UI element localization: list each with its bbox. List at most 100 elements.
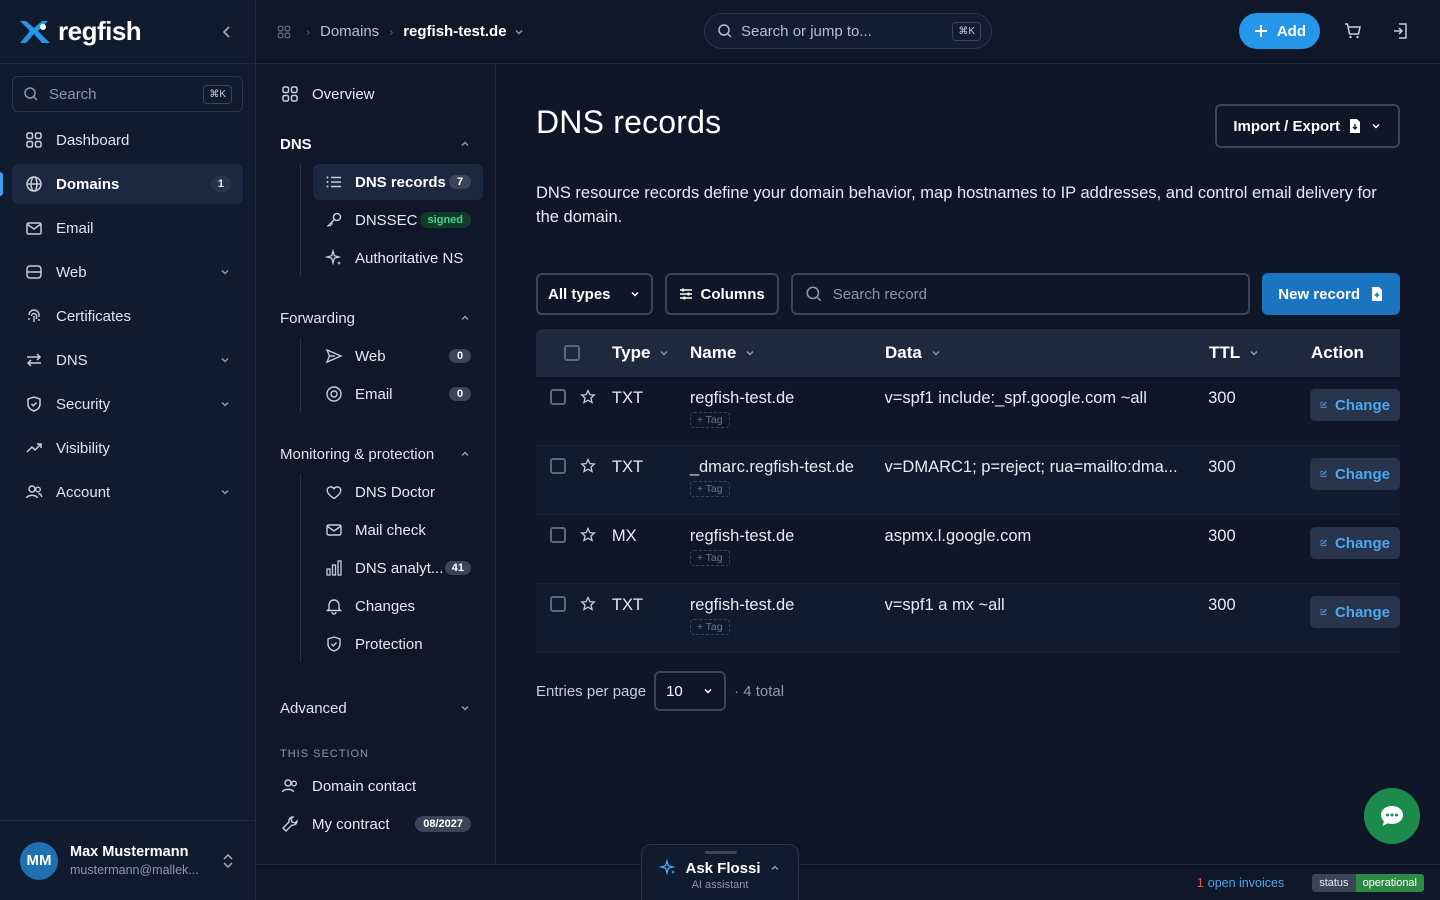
row-select-cell <box>536 458 604 474</box>
chevron-down-icon <box>631 291 639 297</box>
nav-label: Visibility <box>56 439 110 457</box>
drag-handle[interactable] <box>705 851 737 854</box>
row-checkbox[interactable] <box>550 458 566 474</box>
new-record-button[interactable]: New record <box>1262 273 1400 315</box>
star-icon[interactable] <box>580 458 596 474</box>
change-record-button[interactable]: Change <box>1309 527 1400 559</box>
add-button[interactable]: Add <box>1238 13 1320 49</box>
global-search[interactable]: Search or jump to... ⌘K <box>704 13 992 49</box>
column-data[interactable]: Data <box>885 343 1209 363</box>
breadcrumb-current-domain[interactable]: regfish-test.de <box>403 23 506 40</box>
star-icon[interactable] <box>580 389 596 405</box>
type-filter-select[interactable]: All types <box>536 273 653 315</box>
column-name[interactable]: Name <box>690 343 885 363</box>
cart-button[interactable] <box>1338 16 1368 46</box>
regfish-logo-icon[interactable] <box>16 17 52 47</box>
monitoring-section-list: DNS Doctor Mail check DNS analyt... 41 C… <box>300 474 483 662</box>
columns-button[interactable]: Columns <box>664 273 779 315</box>
change-record-button[interactable]: Change <box>1309 458 1400 490</box>
mail-icon <box>326 524 342 536</box>
record-name-cell: regfish-test.de + Tag <box>689 596 885 635</box>
nav-label: Web <box>56 263 87 281</box>
ai-assistant-panel[interactable]: Ask Flossi AI assistant <box>641 844 799 900</box>
star-icon[interactable] <box>580 596 596 612</box>
chevron-down-icon <box>221 489 229 495</box>
record-action-cell: Change <box>1309 389 1400 421</box>
record-ttl: 300 <box>1208 389 1236 407</box>
user-name: Max Mustermann <box>70 843 189 860</box>
subnav-mail-check[interactable]: Mail check <box>313 512 483 548</box>
add-tag-button[interactable]: + Tag <box>689 412 730 428</box>
nav-dashboard[interactable]: Dashboard <box>12 120 243 160</box>
column-type[interactable]: Type <box>604 343 690 363</box>
add-tag-button[interactable]: + Tag <box>689 550 730 566</box>
section-forwarding-header[interactable]: Forwarding <box>268 300 483 336</box>
row-checkbox[interactable] <box>550 389 566 405</box>
domain-subnav: Overview DNS DNS records 7 DNSSEC signed… <box>256 64 496 864</box>
subnav-authoritative-ns[interactable]: Authoritative NS <box>313 240 483 276</box>
import-export-button[interactable]: Import / Export <box>1215 104 1400 148</box>
star-icon[interactable] <box>580 527 596 543</box>
at-icon <box>326 386 342 402</box>
chevron-down-icon <box>1250 350 1258 356</box>
subnav-my-contract[interactable]: My contract 08/2027 <box>268 806 483 842</box>
add-tag-button[interactable]: + Tag <box>689 481 730 497</box>
section-advanced-header[interactable]: Advanced <box>268 690 483 726</box>
chevron-up-icon <box>770 865 779 871</box>
shortcut-hint: ⌘K <box>203 84 232 104</box>
brand-name[interactable]: regfish <box>58 16 142 47</box>
subnav-changes[interactable]: Changes <box>313 588 483 624</box>
subnav-protection[interactable]: Protection <box>313 626 483 662</box>
nav-dns[interactable]: DNS <box>12 340 243 380</box>
nav-web[interactable]: Web <box>12 252 243 292</box>
breadcrumb-domains[interactable]: Domains <box>320 23 379 40</box>
edit-icon <box>1320 401 1327 408</box>
add-button-label: Add <box>1276 22 1306 40</box>
plus-icon <box>1254 25 1267 37</box>
entries-per-page-select[interactable]: 10 <box>654 671 727 711</box>
edit-icon <box>1320 539 1327 546</box>
avatar: MM <box>20 841 58 880</box>
record-data: v=spf1 include:_spf.google.com ~all <box>884 389 1147 407</box>
subnav-dns-analytics[interactable]: DNS analyt... 41 <box>313 550 483 586</box>
grid-icon[interactable] <box>276 24 292 40</box>
nav-account[interactable]: Account <box>12 472 243 512</box>
chevron-down-icon[interactable] <box>513 26 525 38</box>
change-record-button[interactable]: Change <box>1309 389 1400 421</box>
subnav-label: Overview <box>312 85 375 103</box>
subnav-label: My contract <box>312 815 390 833</box>
subnav-dnssec[interactable]: DNSSEC signed <box>313 202 483 238</box>
section-dns-header[interactable]: DNS <box>268 126 483 162</box>
sidebar-search[interactable]: Search ⌘K <box>12 76 243 112</box>
subnav-dns-doctor[interactable]: DNS Doctor <box>313 474 483 510</box>
nav-certificates[interactable]: Certificates <box>12 296 243 336</box>
record-ttl: 300 <box>1208 458 1236 476</box>
status-badge[interactable]: status operational <box>1312 873 1424 892</box>
subnav-dns-records[interactable]: DNS records 7 <box>313 164 483 200</box>
record-type: TXT <box>611 458 644 476</box>
subnav-forward-web[interactable]: Web 0 <box>313 338 483 374</box>
nav-domains[interactable]: Domains 1 <box>0 164 243 204</box>
column-ttl[interactable]: TTL <box>1209 343 1311 363</box>
nav-email[interactable]: Email <box>12 208 243 248</box>
subnav-domain-contact[interactable]: Domain contact <box>268 768 483 804</box>
record-search-input[interactable]: Search record <box>790 273 1251 315</box>
chat-button[interactable] <box>1364 788 1420 844</box>
row-checkbox[interactable] <box>550 527 566 543</box>
user-menu[interactable]: MM Max Mustermann mustermann@mallek... <box>0 820 255 900</box>
record-action-cell: Change <box>1309 527 1400 559</box>
nav-security[interactable]: Security <box>12 384 243 424</box>
collapse-sidebar-button[interactable] <box>215 20 239 44</box>
subnav-forward-email[interactable]: Email 0 <box>313 376 483 412</box>
open-invoices-link[interactable]: 1 open invoices <box>1197 876 1284 890</box>
record-ttl: 300 <box>1208 596 1236 614</box>
logout-button[interactable] <box>1386 16 1416 46</box>
subnav-overview[interactable]: Overview <box>268 76 483 112</box>
change-record-button[interactable]: Change <box>1309 596 1400 628</box>
add-tag-button[interactable]: + Tag <box>689 619 730 635</box>
row-checkbox[interactable] <box>550 596 566 612</box>
nav-visibility[interactable]: Visibility <box>12 428 243 468</box>
select-all-checkbox[interactable] <box>564 345 580 361</box>
chevron-down-icon <box>461 705 469 711</box>
section-monitoring-header[interactable]: Monitoring & protection <box>268 436 483 472</box>
